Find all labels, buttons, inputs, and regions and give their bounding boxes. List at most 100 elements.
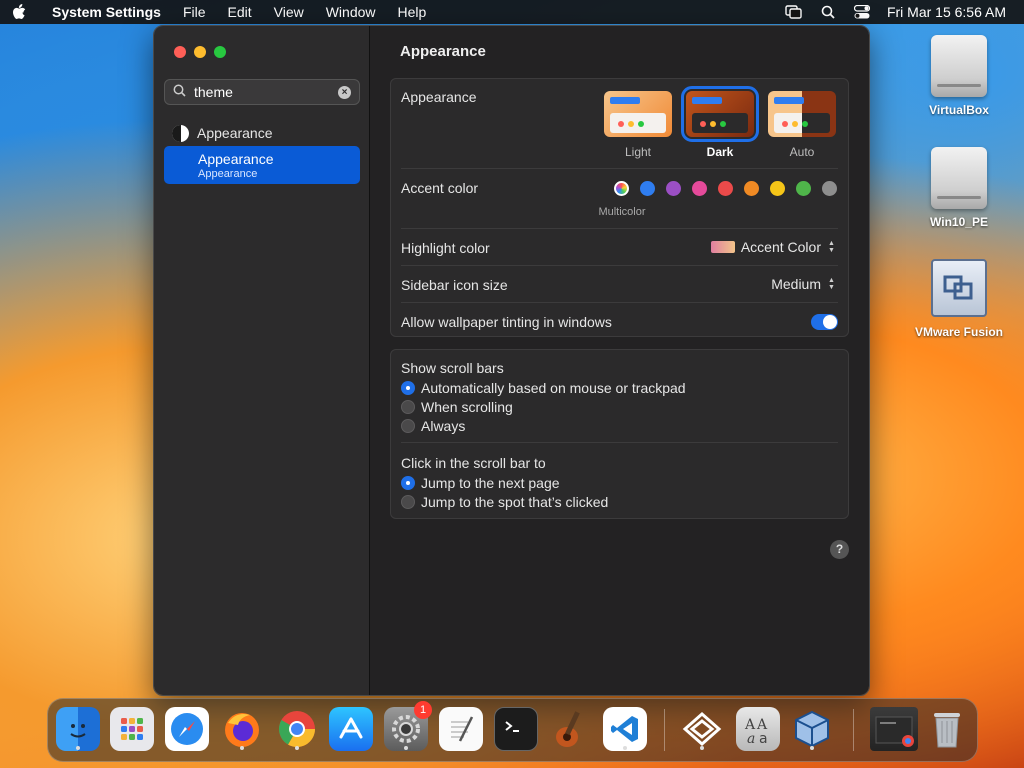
settings-pane: Appearance Appearance Light Dark Auto Ac… [370,26,869,695]
close-window-button[interactable] [174,46,186,58]
app-store-icon[interactable] [329,707,373,751]
running-indicator [295,746,299,750]
appearance-dark-option[interactable] [681,86,759,142]
scroll-bars-group: Show scroll bars Automatically based on … [390,349,849,519]
radio-label: Always [421,418,466,434]
clear-search-icon[interactable]: × [338,85,351,99]
menu-view[interactable]: View [263,4,315,20]
radio-label: Automatically based on mouse or trackpad [421,380,686,396]
scroll-bars-option-always[interactable]: Always [401,418,465,434]
thumb-dots [618,121,644,127]
stepper-chevrons-icon: ▲ ▼ [828,277,835,291]
appearance-auto-option[interactable] [768,91,836,137]
apple-menu-icon[interactable] [12,4,42,20]
appearance-group: Appearance Light Dark Auto Accent color [390,78,849,337]
textedit-icon[interactable] [439,707,483,751]
radio-button[interactable] [401,400,415,414]
accent-purple-swatch[interactable] [666,181,681,196]
sidebar-selected-result[interactable]: Appearance Appearance [164,146,360,184]
accent-red-swatch[interactable] [718,181,733,196]
selected-result-subtitle: Appearance [198,168,258,180]
menu-window[interactable]: Window [315,4,387,20]
zoom-window-button[interactable] [214,46,226,58]
system-settings-icon[interactable]: 1 [384,701,432,751]
click-scroll-option-spot-clicked[interactable]: Jump to the spot that’s clicked [401,494,608,510]
menu-help[interactable]: Help [387,4,438,20]
sidebar-result-appearance[interactable]: Appearance [164,123,360,143]
drive-icon [931,147,987,209]
radio-button[interactable] [401,476,415,490]
recent-window-icon[interactable] [870,707,918,751]
divider [401,302,838,303]
menu-bar: System Settings File Edit View Window He… [0,0,1024,24]
menu-file[interactable]: File [172,4,217,20]
accent-graphite-swatch[interactable] [822,181,837,196]
divider [401,228,838,229]
garageband-icon[interactable] [548,707,592,751]
accent-pink-swatch[interactable] [692,181,707,196]
appearance-dark-label: Dark [706,145,734,159]
thumb-bar [610,97,640,104]
scroll-bars-option-when-scrolling[interactable]: When scrolling [401,399,513,415]
launchpad-icon[interactable] [110,707,154,751]
accent-yellow-swatch[interactable] [770,181,785,196]
divider [401,168,838,169]
desktop-icon-label: VirtualBox [929,103,989,117]
screen-mirroring-icon[interactable] [785,4,803,20]
window-controls [174,46,226,58]
search-icon [173,84,186,100]
click-scroll-option-next-page[interactable]: Jump to the next page [401,475,560,491]
firefox-icon[interactable] [220,707,264,751]
drive-icon [931,35,987,97]
menu-clock[interactable]: Fri Mar 15 6:56 AM [887,4,1006,20]
appearance-icon [172,124,189,142]
font-book-icon[interactable]: AAaa [736,707,780,751]
spotlight-search-icon[interactable] [819,4,837,20]
running-indicator [810,746,814,750]
wallpaper-tinting-toggle[interactable] [811,314,838,330]
scroll-bars-option-automatic[interactable]: Automatically based on mouse or trackpad [401,380,686,396]
system-settings-window: theme × Appearance Appearance Appearance… [153,25,870,696]
accent-orange-swatch[interactable] [744,181,759,196]
trash-icon[interactable] [925,707,969,751]
chrome-icon[interactable] [275,707,319,751]
dock-divider [853,709,854,751]
sidebar-icon-size-popup[interactable]: Medium ▲ ▼ [771,276,836,292]
notification-badge: 1 [414,701,432,719]
accent-multicolor-swatch[interactable] [614,181,629,196]
desktop-icon-vmware-fusion[interactable]: VMware Fusion [904,259,1014,339]
finder-icon[interactable] [56,707,100,751]
appearance-light-option[interactable] [604,91,672,137]
desktop-icon-win10-pe[interactable]: Win10_PE [904,147,1014,229]
radio-label: Jump to the spot that’s clicked [421,494,609,510]
accent-green-swatch[interactable] [796,181,811,196]
radio-button[interactable] [401,495,415,509]
desktop-icon-virtualbox[interactable]: VirtualBox [904,35,1014,117]
minimize-window-button[interactable] [194,46,206,58]
search-input[interactable]: theme [194,84,338,100]
running-indicator [623,746,627,750]
stepper-chevrons-icon: ▲ ▼ [828,240,835,254]
sidebar-item-label: Appearance [197,125,273,141]
radio-button[interactable] [401,419,415,433]
svg-text:a: a [747,731,755,746]
terminal-icon[interactable] [494,707,538,751]
thumb-bar [692,97,722,104]
menu-edit[interactable]: Edit [217,4,263,20]
settings-search-field[interactable]: theme × [164,79,360,105]
accent-blue-swatch[interactable] [640,181,655,196]
virtualbox-icon[interactable] [790,707,834,751]
highlight-color-popup[interactable]: Accent Color ▲ ▼ [710,239,836,255]
menu-app-name[interactable]: System Settings [42,4,172,20]
desktop-icon-label: VMware Fusion [914,325,1003,339]
help-button[interactable]: ? [830,540,849,559]
highlight-swatch [710,241,735,253]
safari-icon[interactable] [165,707,209,751]
wallpaper-tinting-label: Allow wallpaper tinting in windows [401,314,612,330]
click-scroll-bar-label: Click in the scroll bar to [401,455,546,471]
vscode-icon[interactable] [603,707,647,751]
control-center-icon[interactable] [853,4,871,20]
svg-text:a: a [759,731,768,746]
radio-button[interactable] [401,381,415,395]
parallels-icon[interactable] [680,707,724,751]
